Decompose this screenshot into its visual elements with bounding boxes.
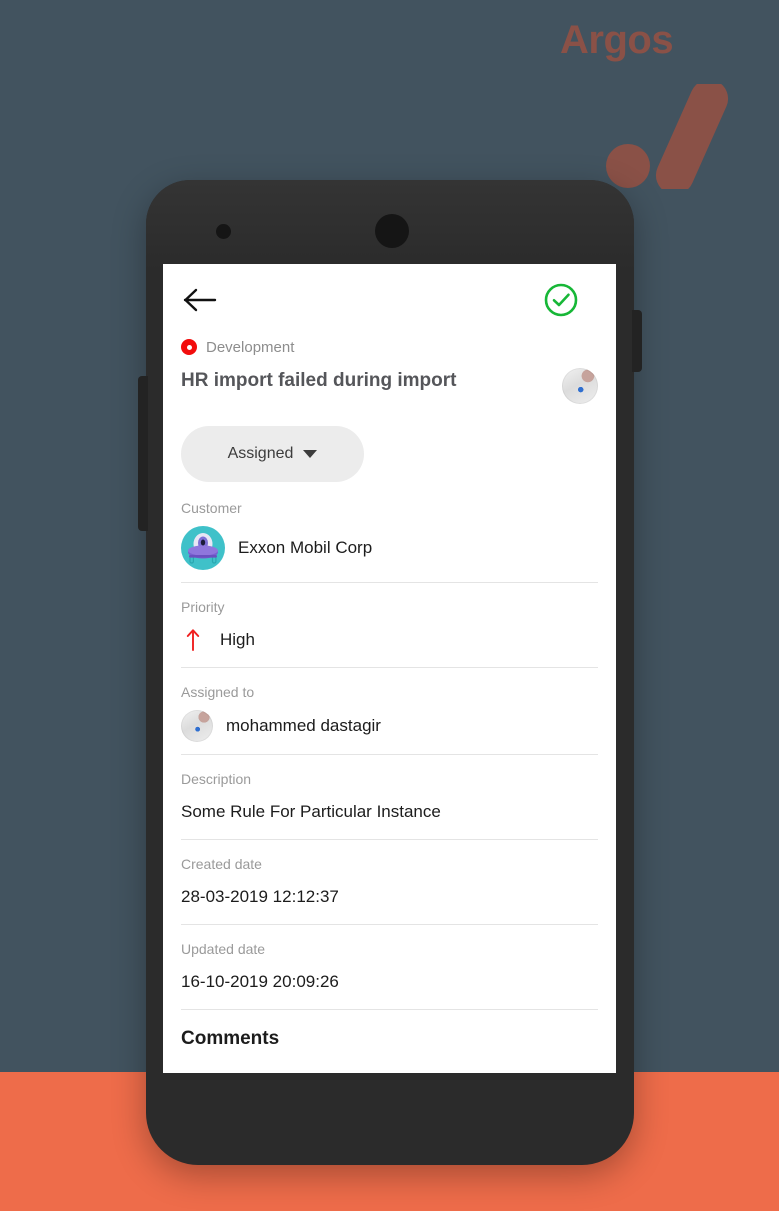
field-value-row: High <box>181 625 598 655</box>
field-label: Priority <box>181 599 225 615</box>
field-customer: Customer Exxon Mobil Corp <box>181 500 598 583</box>
check-circle-icon[interactable] <box>543 282 579 318</box>
field-description: Description Some Rule For Particular Ins… <box>181 771 598 840</box>
arrow-left-icon[interactable] <box>183 286 217 314</box>
phone-screen: Development HR import failed during impo… <box>163 264 616 1073</box>
field-priority: Priority High <box>181 599 598 668</box>
field-value: Exxon Mobil Corp <box>238 538 373 557</box>
comments-heading: Comments <box>181 1028 280 1049</box>
status-dropdown[interactable]: Assigned <box>181 426 364 482</box>
assignee-avatar <box>181 710 213 742</box>
reporter-avatar[interactable] <box>562 368 598 404</box>
chevron-down-icon <box>303 450 318 458</box>
field-label: Updated date <box>181 941 266 957</box>
field-value-row: mohammed dastagir <box>181 710 598 742</box>
app-bar <box>163 264 616 336</box>
field-label: Description <box>181 771 252 787</box>
field-value-row: Exxon Mobil Corp <box>181 526 598 570</box>
category-dot-icon <box>181 339 197 355</box>
category-row: Development <box>181 336 598 358</box>
ticket-content: Development HR import failed during impo… <box>163 336 616 1050</box>
status-label: Assigned <box>227 445 294 462</box>
ticket-detail-view: Development HR import failed during impo… <box>163 264 616 1050</box>
power-button[interactable] <box>632 310 642 372</box>
arrow-up-icon <box>185 628 201 652</box>
field-value: mohammed dastagir <box>226 716 381 735</box>
title-row: HR import failed during import <box>181 368 598 404</box>
front-camera-icon <box>216 224 231 239</box>
field-value: Some Rule For Particular Instance <box>181 802 441 821</box>
field-value: 28-03-2019 12:12:37 <box>181 887 339 906</box>
field-value: 16-10-2019 20:09:26 <box>181 972 339 991</box>
field-assigned-to: Assigned to mohammed dastagir <box>181 684 598 755</box>
phone-device: Development HR import failed during impo… <box>138 180 642 1165</box>
volume-button[interactable] <box>138 376 148 531</box>
field-value-row: Some Rule For Particular Instance <box>181 797 598 827</box>
field-value-row: 16-10-2019 20:09:26 <box>181 967 598 997</box>
field-updated-date: Updated date 16-10-2019 20:09:26 <box>181 941 598 1010</box>
field-created-date: Created date 28-03-2019 12:12:37 <box>181 856 598 925</box>
customer-ufo-avatar-icon <box>181 526 225 570</box>
field-value: High <box>220 630 255 649</box>
page-title: HR import failed during import <box>181 370 457 391</box>
field-value-row: 28-03-2019 12:12:37 <box>181 882 598 912</box>
field-label: Customer <box>181 500 242 516</box>
field-label: Assigned to <box>181 684 255 700</box>
earpiece-speaker-icon <box>375 214 409 248</box>
category-label: Development <box>206 338 295 356</box>
field-label: Created date <box>181 856 262 872</box>
